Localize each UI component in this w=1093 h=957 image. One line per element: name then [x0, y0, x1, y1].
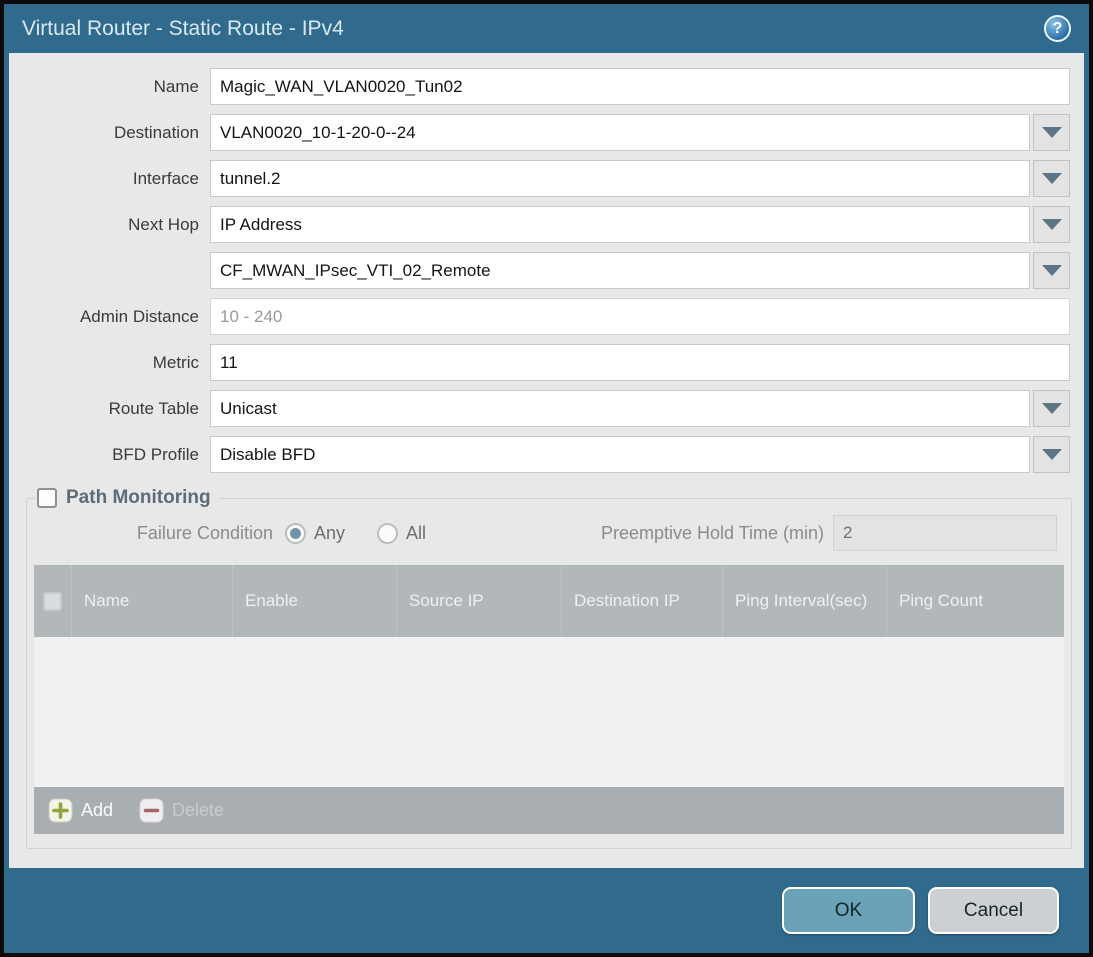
failure-condition-label: Failure Condition: [33, 523, 285, 544]
table-action-bar: Add Delete: [34, 787, 1064, 834]
chevron-down-icon: [1042, 265, 1062, 276]
next-hop-address-input[interactable]: [210, 252, 1030, 289]
next-hop-type-input[interactable]: [210, 206, 1030, 243]
path-monitoring-table: Name Enable Source IP Destination IP Pin…: [34, 565, 1064, 834]
add-button-label: Add: [81, 800, 113, 821]
route-table-input[interactable]: [210, 390, 1030, 427]
next-hop-dropdown-button[interactable]: [1033, 206, 1070, 243]
form-row-name: Name: [9, 68, 1070, 105]
plus-icon: [48, 798, 73, 823]
preemptive-hold-group: Preemptive Hold Time (min): [601, 515, 1057, 551]
delete-button[interactable]: Delete: [139, 798, 224, 823]
form-row-next-hop: Next Hop: [9, 206, 1070, 243]
table-header-row: Name Enable Source IP Destination IP Pin…: [34, 565, 1064, 637]
ok-button[interactable]: OK: [782, 887, 915, 934]
column-header-destination-ip: Destination IP: [562, 565, 723, 637]
destination-input[interactable]: [210, 114, 1030, 151]
next-hop-address-dropdown-button[interactable]: [1033, 252, 1070, 289]
bfd-profile-dropdown-button[interactable]: [1033, 436, 1070, 473]
table-body-empty: [34, 637, 1064, 787]
column-header-ping-count: Ping Count: [887, 565, 1064, 637]
chevron-down-icon: [1042, 127, 1062, 138]
preemptive-hold-label: Preemptive Hold Time (min): [601, 523, 833, 544]
form-row-destination: Destination: [9, 114, 1070, 151]
name-input[interactable]: [210, 68, 1070, 105]
route-table-dropdown-button[interactable]: [1033, 390, 1070, 427]
dialog-title: Virtual Router - Static Route - IPv4: [22, 17, 344, 41]
admin-distance-input[interactable]: [210, 298, 1070, 335]
failure-condition-all: All: [377, 523, 426, 544]
bfd-profile-input[interactable]: [210, 436, 1030, 473]
form-row-route-table: Route Table: [9, 390, 1070, 427]
chevron-down-icon: [1042, 173, 1062, 184]
bfd-profile-label: BFD Profile: [9, 445, 210, 465]
failure-condition-row: Failure Condition Any All Preemptive Hol…: [33, 515, 1057, 551]
path-monitoring-legend: Path Monitoring: [35, 487, 219, 509]
destination-label: Destination: [9, 123, 210, 143]
interface-label: Interface: [9, 169, 210, 189]
metric-input[interactable]: [210, 344, 1070, 381]
dialog-body: Name Destination Interface: [9, 53, 1084, 868]
radio-all[interactable]: [377, 523, 398, 544]
chevron-down-icon: [1042, 219, 1062, 230]
admin-distance-label: Admin Distance: [9, 307, 210, 327]
title-bar: Virtual Router - Static Route - IPv4 ?: [10, 4, 1083, 53]
radio-all-label: All: [406, 523, 426, 544]
metric-label: Metric: [9, 353, 210, 373]
cancel-button[interactable]: Cancel: [928, 887, 1059, 934]
form-row-next-hop-address: [9, 252, 1070, 289]
preemptive-hold-input[interactable]: [833, 515, 1057, 551]
radio-any-label: Any: [314, 523, 345, 544]
form-row-interface: Interface: [9, 160, 1070, 197]
select-all-checkbox[interactable]: [43, 592, 62, 611]
interface-input[interactable]: [210, 160, 1030, 197]
static-route-dialog: Virtual Router - Static Route - IPv4 ? N…: [0, 0, 1093, 957]
dialog-footer: OK Cancel: [9, 868, 1084, 953]
form-row-admin-distance: Admin Distance: [9, 298, 1070, 335]
chevron-down-icon: [1042, 403, 1062, 414]
next-hop-label: Next Hop: [9, 215, 210, 235]
form-row-metric: Metric: [9, 344, 1070, 381]
delete-button-label: Delete: [172, 800, 224, 821]
interface-dropdown-button[interactable]: [1033, 160, 1070, 197]
destination-dropdown-button[interactable]: [1033, 114, 1070, 151]
path-monitoring-section: Path Monitoring Failure Condition Any Al…: [26, 487, 1072, 849]
route-table-label: Route Table: [9, 399, 210, 419]
column-header-name: Name: [72, 565, 233, 637]
add-button[interactable]: Add: [48, 798, 113, 823]
radio-any[interactable]: [285, 523, 306, 544]
name-label: Name: [9, 77, 210, 97]
minus-icon: [139, 798, 164, 823]
column-header-ping-interval: Ping Interval(sec): [723, 565, 887, 637]
column-header-enable: Enable: [233, 565, 397, 637]
failure-condition-any: Any: [285, 523, 345, 544]
path-monitoring-title: Path Monitoring: [66, 487, 211, 509]
form-row-bfd-profile: BFD Profile: [9, 436, 1070, 473]
column-header-source-ip: Source IP: [397, 565, 562, 637]
help-icon[interactable]: ?: [1044, 15, 1071, 42]
chevron-down-icon: [1042, 449, 1062, 460]
path-monitoring-checkbox[interactable]: [37, 488, 57, 508]
